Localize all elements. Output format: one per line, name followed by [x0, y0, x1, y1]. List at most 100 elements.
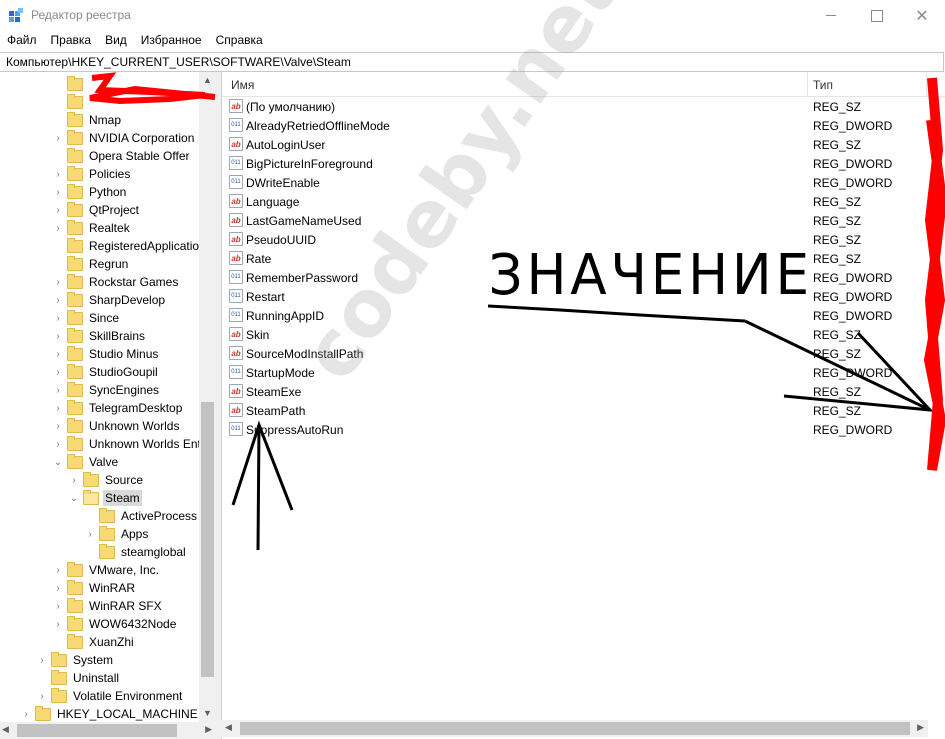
tree-item[interactable]: › TelegramDesktop — [52, 399, 184, 417]
expand-chevron-icon[interactable]: › — [52, 309, 64, 327]
scroll-thumb[interactable] — [240, 722, 910, 735]
scroll-thumb[interactable] — [201, 402, 214, 677]
maximize-button[interactable] — [854, 0, 900, 31]
tree-item[interactable]: › SharpDevelop — [52, 291, 167, 309]
value-row[interactable]: ab AutoLoginUser REG_SZ — [222, 135, 945, 154]
expand-chevron-icon[interactable]: › — [52, 291, 64, 309]
value-row[interactable]: 011 BigPictureInForeground REG_DWORD — [222, 154, 945, 173]
column-header-type[interactable]: Тип — [813, 78, 833, 92]
value-row[interactable]: ab SteamPath REG_SZ — [222, 401, 945, 420]
tree-item[interactable]: › System — [36, 651, 115, 669]
close-button[interactable]: ✕ — [899, 0, 945, 31]
scroll-left-icon[interactable]: ◀ — [225, 722, 232, 733]
value-row[interactable]: ab SteamExe REG_SZ — [222, 382, 945, 401]
tree-item[interactable]: › HKEY_LOCAL_MACHINE — [20, 705, 200, 723]
value-row[interactable]: ab LastGameNameUsed REG_SZ — [222, 211, 945, 230]
tree-item[interactable]: › StudioGoupil — [52, 363, 160, 381]
scroll-down-icon[interactable]: ▼ — [199, 705, 216, 722]
tree-item[interactable]: › Since — [52, 309, 121, 327]
expand-chevron-icon[interactable]: › — [52, 597, 64, 615]
scroll-right-icon[interactable]: ▶ — [917, 722, 924, 733]
column-separator[interactable] — [926, 72, 927, 96]
column-header-name[interactable]: Имя — [231, 78, 254, 92]
menu-favorites[interactable]: Избранное — [134, 31, 209, 51]
address-bar[interactable]: Компьютер\HKEY_CURRENT_USER\SOFTWARE\Val… — [0, 52, 944, 72]
value-row[interactable]: 011 RunningAppID REG_DWORD — [222, 306, 945, 325]
value-row[interactable]: 011 SuppressAutoRun REG_DWORD — [222, 420, 945, 439]
menu-edit[interactable]: Правка — [44, 31, 99, 51]
tree-item[interactable]: Regrun — [52, 255, 130, 273]
tree-item[interactable]: Opera Stable Offer — [52, 147, 192, 165]
expand-chevron-icon[interactable]: › — [52, 417, 64, 435]
expand-chevron-icon[interactable]: › — [52, 129, 64, 147]
scroll-up-icon[interactable]: ▲ — [199, 72, 216, 89]
tree-item[interactable]: ActiveProcess — [84, 507, 199, 525]
tree-item[interactable]: › Rockstar Games — [52, 273, 180, 291]
value-row[interactable]: ab Rate REG_SZ — [222, 249, 945, 268]
value-row[interactable]: 011 RememberPassword REG_DWORD — [222, 268, 945, 287]
tree-item[interactable]: › Python — [52, 183, 128, 201]
expand-chevron-icon[interactable]: › — [52, 165, 64, 183]
value-row[interactable]: ab Language REG_SZ — [222, 192, 945, 211]
tree-item[interactable]: › QtProject — [52, 201, 141, 219]
expand-chevron-icon[interactable]: › — [36, 687, 48, 705]
expand-chevron-icon[interactable]: › — [52, 381, 64, 399]
expand-chevron-icon[interactable]: › — [84, 525, 96, 543]
expand-chevron-icon[interactable]: › — [52, 183, 64, 201]
collapse-chevron-icon[interactable]: ⌄ — [52, 453, 64, 471]
value-row[interactable]: ab Skin REG_SZ — [222, 325, 945, 344]
tree-horizontal-scrollbar[interactable]: ◀ ▶ — [0, 722, 216, 739]
tree-item[interactable]: › SyncEngines — [52, 381, 161, 399]
tree-item[interactable]: XuanZhi — [52, 633, 136, 651]
value-row[interactable]: 011 AlreadyRetriedOfflineMode REG_DWORD — [222, 116, 945, 135]
list-horizontal-scrollbar[interactable]: ◀ ▶ — [221, 720, 928, 737]
expand-chevron-icon[interactable]: › — [52, 363, 64, 381]
tree-item[interactable]: › VMware, Inc. — [52, 561, 161, 579]
expand-chevron-icon[interactable]: › — [36, 651, 48, 669]
scroll-thumb[interactable] — [17, 724, 177, 737]
expand-chevron-icon[interactable]: › — [52, 201, 64, 219]
tree-item[interactable]: Nmap — [52, 111, 123, 129]
menu-view[interactable]: Вид — [98, 31, 134, 51]
value-row[interactable]: ab PseudoUUID REG_SZ — [222, 230, 945, 249]
tree-item[interactable]: › WinRAR SFX — [52, 597, 164, 615]
scroll-right-icon[interactable]: ▶ — [205, 724, 212, 735]
column-separator[interactable] — [807, 72, 808, 96]
collapse-chevron-icon[interactable]: ⌄ — [68, 489, 80, 507]
tree-item[interactable]: › Studio Minus — [52, 345, 160, 363]
value-row[interactable]: 011 DWriteEnable REG_DWORD — [222, 173, 945, 192]
tree-item[interactable]: › Source — [68, 471, 145, 489]
minimize-button[interactable] — [808, 0, 854, 31]
tree-item[interactable]: › WinRAR — [52, 579, 137, 597]
tree-item[interactable]: › NVIDIA Corporation — [52, 129, 196, 147]
expand-chevron-icon[interactable]: › — [68, 471, 80, 489]
tree-item[interactable]: Uninstall — [36, 669, 121, 687]
expand-chevron-icon[interactable]: › — [52, 579, 64, 597]
expand-chevron-icon[interactable]: › — [52, 561, 64, 579]
tree-item[interactable] — [52, 93, 91, 111]
tree-item[interactable]: ⌄ Steam — [68, 489, 142, 507]
tree-item[interactable]: › Volatile Environment — [36, 687, 184, 705]
tree-item[interactable]: RegisteredApplications — [52, 237, 214, 255]
tree-item[interactable]: › Unknown Worlds Entertainment — [52, 435, 216, 453]
value-row[interactable]: ab (По умолчанию) REG_SZ — [222, 97, 945, 116]
expand-chevron-icon[interactable]: › — [52, 435, 64, 453]
tree-item[interactable]: ⌄ Valve — [52, 453, 120, 471]
scroll-left-icon[interactable]: ◀ — [2, 724, 9, 735]
tree-item[interactable]: › Apps — [84, 525, 150, 543]
expand-chevron-icon[interactable]: › — [52, 399, 64, 417]
value-row[interactable]: ab SourceModInstallPath REG_SZ — [222, 344, 945, 363]
tree-item[interactable]: › SkillBrains — [52, 327, 147, 345]
value-row[interactable]: 011 Restart REG_DWORD — [222, 287, 945, 306]
tree-item[interactable]: › Policies — [52, 165, 132, 183]
tree-item[interactable]: steamglobal — [84, 543, 188, 561]
expand-chevron-icon[interactable]: › — [20, 705, 32, 723]
value-row[interactable]: 011 StartupMode REG_DWORD — [222, 363, 945, 382]
tree-item[interactable]: › Realtek — [52, 219, 132, 237]
menu-file[interactable]: Файл — [0, 31, 44, 51]
expand-chevron-icon[interactable]: › — [52, 615, 64, 633]
expand-chevron-icon[interactable]: › — [52, 345, 64, 363]
tree-item[interactable] — [52, 75, 91, 93]
tree-vertical-scrollbar[interactable]: ▲ ▼ — [199, 72, 216, 722]
expand-chevron-icon[interactable]: › — [52, 273, 64, 291]
